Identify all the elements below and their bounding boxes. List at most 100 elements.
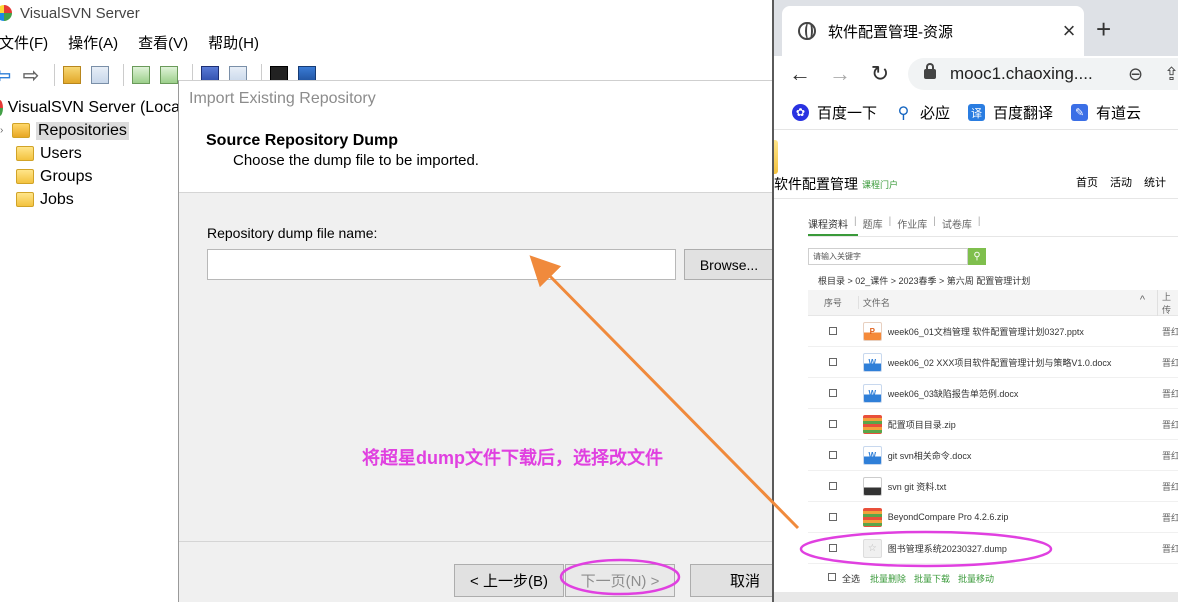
up-folder-icon[interactable] (61, 64, 83, 86)
forward-arrow-icon[interactable]: ⇨ (20, 64, 42, 87)
row-checkbox[interactable] (808, 482, 858, 490)
menu-help[interactable]: 帮助(H) (208, 32, 259, 56)
tab-question-bank[interactable]: 题库 (863, 216, 883, 231)
menu-file[interactable]: 文件(F) (0, 32, 48, 56)
show-hide-tree-icon[interactable] (89, 64, 111, 86)
bulk-actions: 全选 批量删除 批量下载 批量移动 (828, 572, 1002, 585)
tree-item-repositories[interactable]: › Repositories (0, 119, 180, 142)
file-name[interactable]: 图书管理系统20230327.dump (888, 542, 1152, 555)
table-row[interactable]: W git svn相关命令.docx 晋红 (808, 440, 1178, 471)
svn-window-title: VisualSVN Server (20, 4, 140, 22)
ppt-file-icon: P (862, 321, 882, 341)
row-checkbox[interactable] (808, 544, 858, 552)
import-repository-dialog: Import Existing Repository Source Reposi… (178, 80, 800, 602)
keyword-search-input[interactable]: 请输入关键字 (808, 248, 968, 265)
file-name[interactable]: git svn相关命令.docx (888, 449, 1152, 462)
annotation-text: 将超星dump文件下载后，选择改文件 (362, 448, 663, 468)
nav-home[interactable]: 首页 (1076, 174, 1098, 190)
bookmark-baidu-fanyi[interactable]: 译 百度翻译 (968, 102, 1053, 123)
search-button[interactable]: ⚲ (968, 248, 986, 265)
tree-item-users[interactable]: Users (0, 142, 180, 165)
col-filename[interactable]: 文件名 ^ (857, 294, 1157, 309)
tab-course-materials[interactable]: 课程资料 (808, 216, 848, 231)
tree-item-jobs[interactable]: Jobs (0, 188, 180, 211)
dialog-footer: < 上一步(B) 下一页(N) > 取消 (179, 541, 800, 602)
course-name[interactable]: 软件配置管理 (774, 174, 858, 194)
lock-icon[interactable] (924, 63, 936, 79)
bookmark-baidu[interactable]: ✿ 百度一下 (792, 102, 877, 123)
tab-separator: | (933, 216, 936, 227)
partial-icon (774, 140, 778, 174)
tab-exam-bank[interactable]: 试卷库 (942, 216, 972, 231)
tab-strip: 软件配置管理-资源 × + (774, 0, 1178, 56)
new-tab-button[interactable]: + (1096, 14, 1111, 45)
address-bar[interactable]: mooc1.chaoxing.... ⊖ ⇪ (908, 58, 1178, 90)
tree-item-server[interactable]: VisualSVN Server (Loca (0, 96, 180, 119)
bookmark-youdao[interactable]: ✎ 有道云 (1071, 102, 1141, 123)
row-checkbox[interactable] (808, 420, 858, 428)
folder-icon (16, 192, 34, 207)
select-all-label[interactable]: 全选 (842, 572, 860, 585)
reload-icon[interactable]: ↻ (860, 61, 900, 87)
table-row[interactable]: 配置项目目录.zip 晋红 (808, 409, 1178, 440)
zip-file-icon (862, 507, 882, 527)
table-row[interactable]: BeyondCompare Pro 4.2.6.zip 晋红 (808, 502, 1178, 533)
file-name[interactable]: week06_03缺陷报告单范例.docx (888, 387, 1152, 400)
breadcrumb[interactable]: 根目录 > 02_课件 > 2023春季 > 第六周 配置管理计划 (818, 274, 1030, 287)
table-row[interactable]: W week06_03缺陷报告单范例.docx 晋红 (808, 378, 1178, 409)
bookmark-bing[interactable]: ⚲ 必应 (895, 102, 950, 123)
browser-tab[interactable]: 软件配置管理-资源 × (782, 6, 1084, 56)
share-icon[interactable]: ⇪ (1164, 64, 1178, 85)
row-checkbox[interactable] (808, 451, 858, 459)
col-uploader: 上传 (1157, 289, 1178, 316)
table-row[interactable]: ☆ 图书管理系统20230327.dump 晋红 (808, 533, 1178, 564)
export-list-icon[interactable] (158, 64, 180, 86)
nav-stats[interactable]: 统计 (1144, 174, 1166, 190)
zoom-icon[interactable]: ⊖ (1128, 64, 1143, 85)
expand-chevron-icon[interactable]: › (0, 125, 8, 136)
menu-view[interactable]: 查看(V) (138, 32, 188, 56)
table-row[interactable]: svn git 资料.txt 晋红 (808, 471, 1178, 502)
file-name[interactable]: week06_02 XXX项目软件配置管理计划与策略V1.0.docx (888, 356, 1152, 369)
bulk-download-link[interactable]: 批量下载 (914, 572, 950, 585)
bulk-delete-link[interactable]: 批量删除 (870, 572, 906, 585)
browse-button[interactable]: Browse... (684, 249, 774, 280)
back-arrow-icon[interactable]: ⇦ (0, 64, 14, 87)
next-button[interactable]: 下一页(N) > (565, 564, 675, 597)
row-checkbox[interactable] (808, 358, 858, 366)
row-checkbox[interactable] (808, 389, 858, 397)
horizontal-scrollbar[interactable] (774, 592, 1178, 602)
refresh-icon[interactable] (130, 64, 152, 86)
row-checkbox[interactable] (808, 327, 858, 335)
toolbar-separator (54, 64, 55, 86)
file-name[interactable]: 配置项目目录.zip (888, 418, 1152, 431)
file-name[interactable]: week06_01文档管理 软件配置管理计划0327.pptx (888, 325, 1152, 338)
file-name[interactable]: BeyondCompare Pro 4.2.6.zip (888, 512, 1152, 522)
tree-item-groups[interactable]: Groups (0, 165, 180, 188)
bookmark-label: 百度翻译 (993, 105, 1054, 122)
sort-caret-icon[interactable]: ^ (1140, 294, 1145, 306)
back-icon[interactable]: ← (780, 61, 820, 87)
word-file-icon: W (862, 383, 882, 403)
file-uploader: 晋红 (1161, 357, 1178, 368)
site-header: 软件配置管理 课程门户 首页 活动 统计 (774, 174, 1178, 196)
file-name[interactable]: svn git 资料.txt (888, 480, 1152, 493)
tab-homework-bank[interactable]: 作业库 (897, 216, 927, 231)
table-row[interactable]: P week06_01文档管理 软件配置管理计划0327.pptx 晋红 (808, 316, 1178, 347)
menu-action[interactable]: 操作(A) (68, 32, 118, 56)
bulk-move-link[interactable]: 批量移动 (958, 572, 994, 585)
select-all-checkbox[interactable] (828, 573, 836, 581)
tree-item-label: Repositories (36, 121, 129, 140)
row-checkbox[interactable] (808, 513, 858, 521)
close-tab-icon[interactable]: × (1054, 18, 1084, 44)
nav-activity[interactable]: 活动 (1110, 174, 1132, 190)
table-header: 序号 文件名 ^ 上传 (808, 289, 1178, 316)
address-url: mooc1.chaoxing.... (950, 64, 1093, 83)
dump-file-input[interactable] (207, 249, 676, 280)
back-button[interactable]: < 上一步(B) (454, 564, 564, 597)
zip-file-icon (862, 414, 882, 434)
col-filename-label: 文件名 (862, 298, 890, 308)
table-row[interactable]: W week06_02 XXX项目软件配置管理计划与策略V1.0.docx 晋红 (808, 347, 1178, 378)
forward-icon[interactable]: → (820, 61, 860, 87)
course-portal-link[interactable]: 课程门户 (862, 178, 898, 191)
